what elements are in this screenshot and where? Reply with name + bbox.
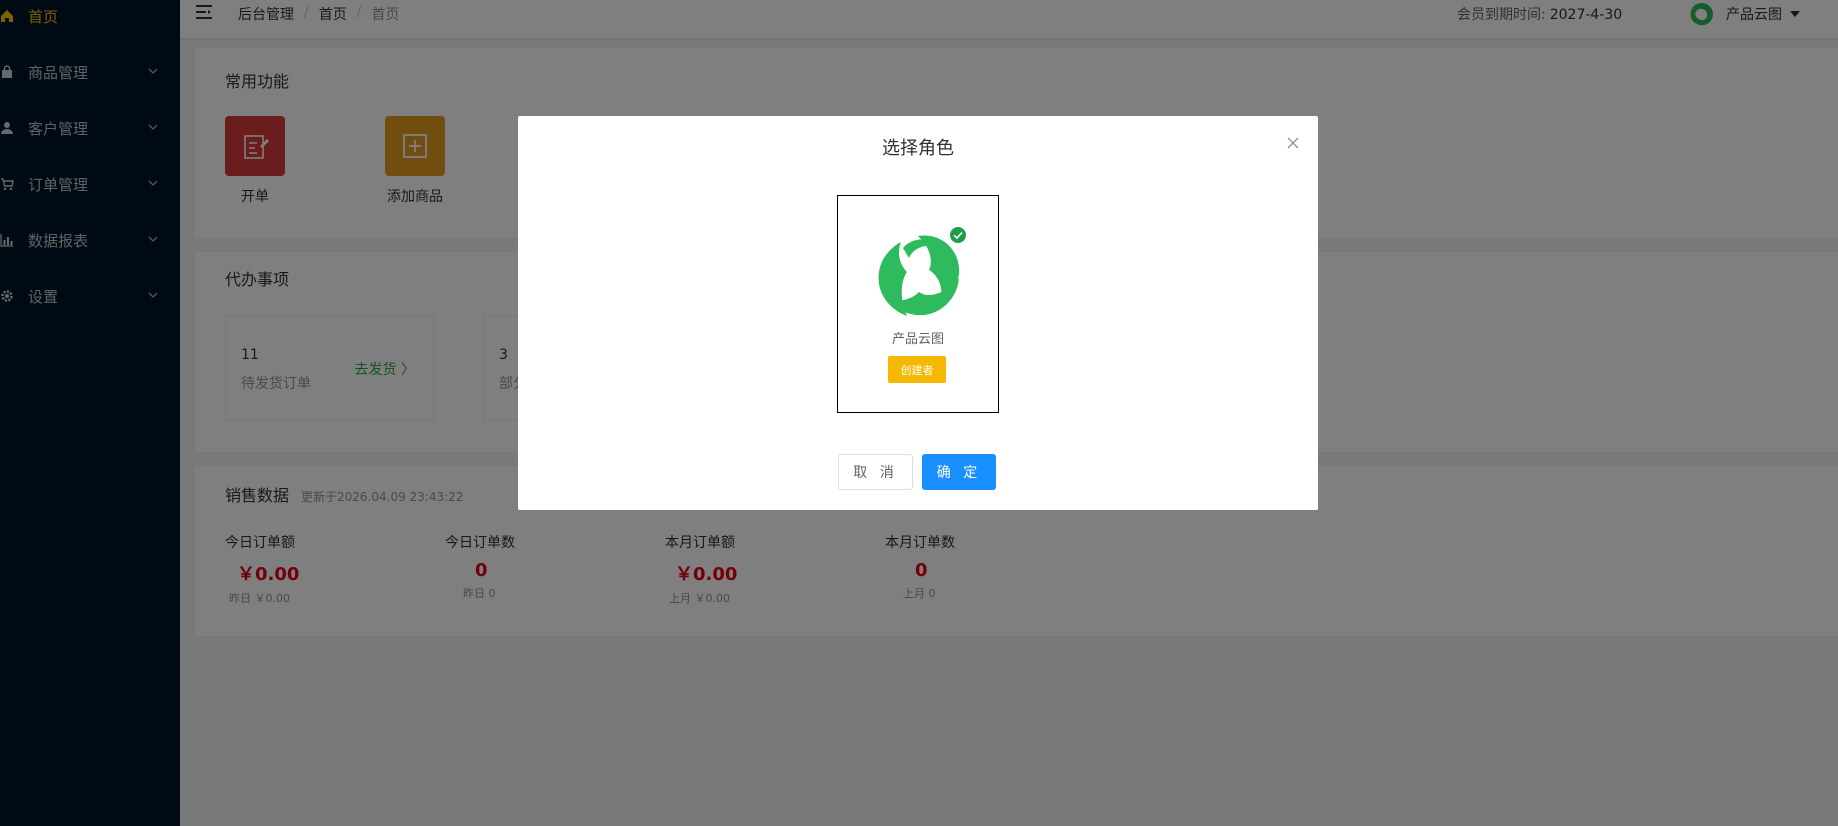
select-role-dialog: 选择角色 产品云图 创建者 取 消 确 定 bbox=[518, 116, 1318, 510]
dialog-title: 选择角色 bbox=[882, 138, 954, 159]
role-badge: 创建者 bbox=[888, 356, 946, 383]
confirm-button[interactable]: 确 定 bbox=[922, 454, 996, 490]
role-option-card[interactable]: 产品云图 创建者 bbox=[837, 195, 999, 413]
role-name: 产品云图 bbox=[891, 332, 944, 347]
close-icon[interactable] bbox=[1286, 136, 1300, 150]
selected-check-icon bbox=[950, 227, 966, 243]
cancel-button[interactable]: 取 消 bbox=[838, 454, 913, 490]
